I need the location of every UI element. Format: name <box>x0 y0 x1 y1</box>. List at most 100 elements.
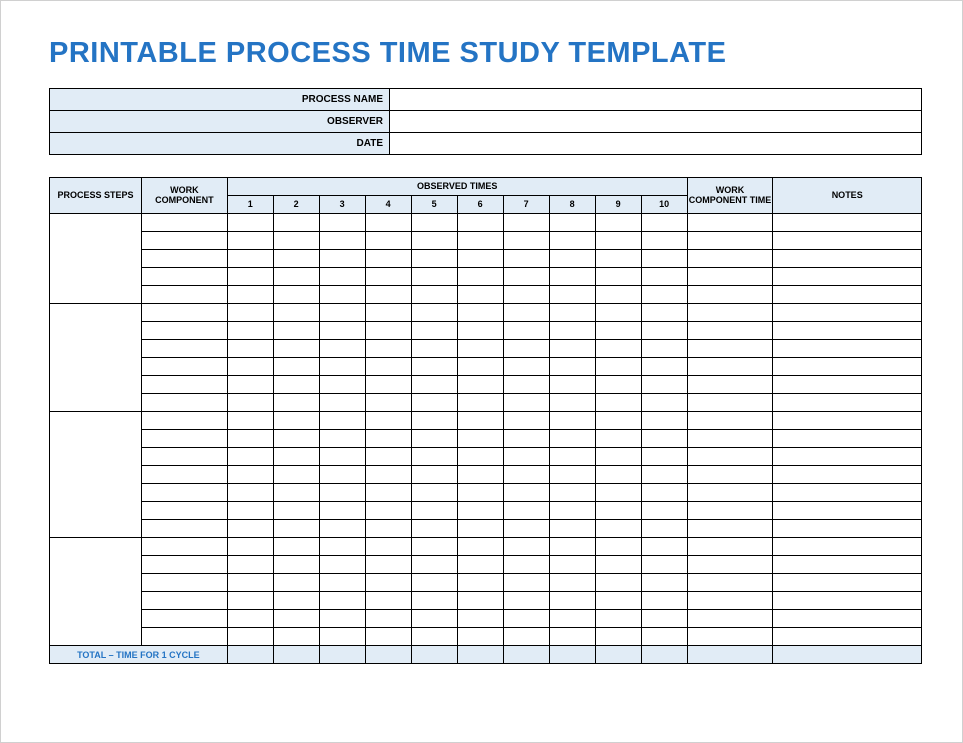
obs-cell[interactable] <box>595 520 641 538</box>
notes-cell[interactable] <box>773 250 922 268</box>
wct-cell[interactable] <box>687 484 773 502</box>
obs-cell[interactable] <box>273 394 319 412</box>
obs-cell[interactable] <box>641 610 687 628</box>
obs-cell[interactable] <box>227 232 273 250</box>
obs-cell[interactable] <box>457 286 503 304</box>
work-component-cell[interactable] <box>141 538 227 556</box>
obs-cell[interactable] <box>319 430 365 448</box>
obs-cell[interactable] <box>319 502 365 520</box>
obs-cell[interactable] <box>641 502 687 520</box>
notes-cell[interactable] <box>773 556 922 574</box>
obs-cell[interactable] <box>457 430 503 448</box>
obs-cell[interactable] <box>457 214 503 232</box>
process-step-cell[interactable] <box>50 538 142 646</box>
notes-cell[interactable] <box>773 574 922 592</box>
obs-cell[interactable] <box>549 214 595 232</box>
obs-cell[interactable] <box>273 232 319 250</box>
obs-cell[interactable] <box>411 484 457 502</box>
obs-cell[interactable] <box>457 520 503 538</box>
obs-cell[interactable] <box>641 376 687 394</box>
obs-cell[interactable] <box>641 466 687 484</box>
obs-cell[interactable] <box>641 412 687 430</box>
obs-cell[interactable] <box>319 358 365 376</box>
obs-cell[interactable] <box>273 610 319 628</box>
obs-cell[interactable] <box>549 304 595 322</box>
obs-cell[interactable] <box>411 214 457 232</box>
obs-cell[interactable] <box>411 322 457 340</box>
obs-cell[interactable] <box>273 502 319 520</box>
obs-cell[interactable] <box>503 610 549 628</box>
obs-cell[interactable] <box>457 574 503 592</box>
obs-cell[interactable] <box>457 412 503 430</box>
obs-cell[interactable] <box>503 394 549 412</box>
obs-cell[interactable] <box>595 394 641 412</box>
obs-cell[interactable] <box>227 322 273 340</box>
notes-cell[interactable] <box>773 466 922 484</box>
notes-cell[interactable] <box>773 484 922 502</box>
obs-cell[interactable] <box>549 358 595 376</box>
obs-cell[interactable] <box>411 268 457 286</box>
obs-cell[interactable] <box>227 574 273 592</box>
obs-cell[interactable] <box>227 610 273 628</box>
obs-cell[interactable] <box>457 376 503 394</box>
obs-cell[interactable] <box>411 340 457 358</box>
obs-cell[interactable] <box>411 376 457 394</box>
obs-cell[interactable] <box>319 556 365 574</box>
obs-cell[interactable] <box>411 250 457 268</box>
process-step-cell[interactable] <box>50 214 142 304</box>
obs-cell[interactable] <box>457 466 503 484</box>
obs-cell[interactable] <box>503 376 549 394</box>
obs-cell[interactable] <box>503 214 549 232</box>
notes-cell[interactable] <box>773 610 922 628</box>
wct-cell[interactable] <box>687 520 773 538</box>
obs-cell[interactable] <box>641 232 687 250</box>
obs-cell[interactable] <box>273 574 319 592</box>
obs-cell[interactable] <box>503 250 549 268</box>
obs-cell[interactable] <box>595 340 641 358</box>
observer-value[interactable] <box>390 111 922 133</box>
wct-cell[interactable] <box>687 502 773 520</box>
obs-cell[interactable] <box>227 358 273 376</box>
obs-cell[interactable] <box>273 340 319 358</box>
wct-cell[interactable] <box>687 268 773 286</box>
obs-cell[interactable] <box>549 574 595 592</box>
wct-cell[interactable] <box>687 430 773 448</box>
obs-cell[interactable] <box>549 502 595 520</box>
obs-cell[interactable] <box>319 340 365 358</box>
obs-cell[interactable] <box>319 250 365 268</box>
obs-cell[interactable] <box>411 574 457 592</box>
obs-cell[interactable] <box>411 628 457 646</box>
notes-cell[interactable] <box>773 304 922 322</box>
work-component-cell[interactable] <box>141 376 227 394</box>
work-component-cell[interactable] <box>141 574 227 592</box>
obs-cell[interactable] <box>549 376 595 394</box>
obs-cell[interactable] <box>227 448 273 466</box>
obs-cell[interactable] <box>227 430 273 448</box>
work-component-cell[interactable] <box>141 502 227 520</box>
obs-cell[interactable] <box>319 592 365 610</box>
obs-cell[interactable] <box>227 340 273 358</box>
work-component-cell[interactable] <box>141 628 227 646</box>
obs-cell[interactable] <box>549 520 595 538</box>
obs-cell[interactable] <box>549 592 595 610</box>
obs-cell[interactable] <box>641 268 687 286</box>
notes-cell[interactable] <box>773 430 922 448</box>
wct-cell[interactable] <box>687 412 773 430</box>
obs-cell[interactable] <box>503 430 549 448</box>
obs-cell[interactable] <box>365 394 411 412</box>
obs-cell[interactable] <box>503 556 549 574</box>
obs-cell[interactable] <box>595 448 641 466</box>
work-component-cell[interactable] <box>141 304 227 322</box>
obs-cell[interactable] <box>273 466 319 484</box>
obs-cell[interactable] <box>273 430 319 448</box>
obs-cell[interactable] <box>503 340 549 358</box>
obs-cell[interactable] <box>365 538 411 556</box>
work-component-cell[interactable] <box>141 520 227 538</box>
obs-cell[interactable] <box>549 610 595 628</box>
obs-cell[interactable] <box>365 214 411 232</box>
obs-cell[interactable] <box>227 466 273 484</box>
obs-cell[interactable] <box>365 592 411 610</box>
obs-cell[interactable] <box>549 322 595 340</box>
work-component-cell[interactable] <box>141 214 227 232</box>
work-component-cell[interactable] <box>141 412 227 430</box>
